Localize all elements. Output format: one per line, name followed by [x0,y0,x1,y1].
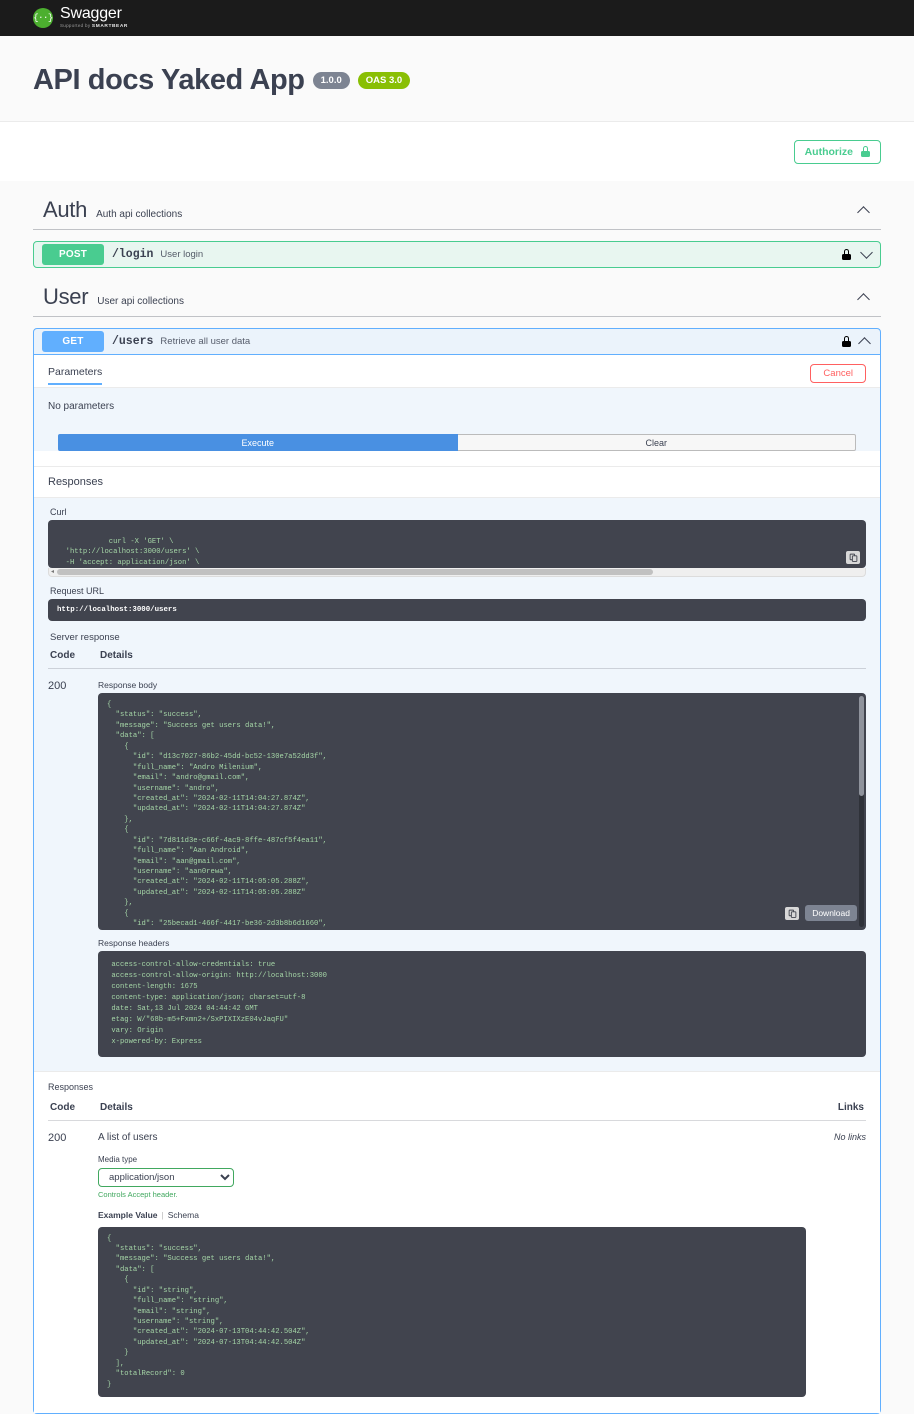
operation-summary-users: Retrieve all user data [160,336,251,347]
method-badge-get: GET [42,331,104,352]
chevron-up-icon-auth[interactable] [858,204,871,217]
lock-icon [861,146,870,157]
documented-responses: Responses Code Details Links 200 A list … [34,1070,880,1414]
responses-heading: Responses [34,466,880,498]
media-type-select[interactable]: application/json [98,1167,234,1187]
section-auth-title: Auth [43,197,88,222]
swagger-logo-icon: {··} [33,7,53,28]
operation-post-login[interactable]: POST /login User login [33,241,881,268]
page-title: API docs Yaked App [33,64,305,96]
swagger-logo[interactable]: {··} Swagger Supported by SMARTBEAR [33,6,128,30]
section-auth-description: Auth api collections [96,209,183,220]
controls-accept-note: Controls Accept header. [98,1189,178,1199]
col-links: Links [837,1101,864,1113]
execute-button[interactable]: Execute [58,434,458,451]
server-response-table-header: Code Details [48,643,866,669]
responses2-label: Responses [48,1081,94,1092]
example-value-block: { "status": "success", "message": "Succe… [98,1226,806,1398]
col-details: Details [100,650,133,661]
response-body-json: { "status": "success", "message": "Succe… [107,701,327,929]
col-code-2: Code [50,1101,75,1113]
tab-example-value[interactable]: Example Value [98,1210,158,1220]
cancel-button[interactable]: Cancel [810,364,866,383]
copy-icon-curl[interactable] [846,551,860,564]
response-description-200: A list of users [98,1131,158,1143]
response-headers-block: access-control-allow-credentials: true a… [98,951,866,1057]
scroll-left-arrow-icon[interactable]: ◂ [51,569,54,575]
curl-command-text: curl -X 'GET' \ 'http://localhost:3000/u… [65,538,200,567]
section-user: User User api collections GET /users Ret… [33,284,881,1414]
request-url-label: Request URL [50,586,105,596]
authorize-label: Authorize [804,145,853,158]
parameters-tabs-row: Parameters Cancel [34,355,880,388]
curl-scroll-thumb[interactable] [57,569,653,575]
response-row-200: 200 A list of users Media type applicati… [48,1121,866,1398]
copy-icon-response-body[interactable] [785,906,800,920]
server-response-area: Curl curl -X 'GET' \ 'http://localhost:3… [34,498,880,1071]
tab-parameters[interactable]: Parameters [48,366,103,385]
download-button[interactable]: Download [805,905,857,921]
tab-schema[interactable]: Schema [168,1210,199,1220]
server-response-code: 200 [48,680,67,692]
lock-icon-login[interactable] [842,249,851,260]
operation-path-login: /login [112,248,154,261]
col-code: Code [50,650,75,661]
method-badge-post: POST [42,244,104,265]
swagger-logo-subtitle: Supported by SMARTBEAR [60,23,128,30]
operation-get-users: GET /users Retrieve all user data Parame… [33,328,881,1414]
no-links-text: No links [833,1131,866,1142]
chevron-up-icon-users[interactable] [859,335,872,348]
clear-button[interactable]: Clear [457,434,856,451]
response-body-block: { "status": "success", "message": "Succe… [98,693,866,930]
section-auth: Auth Auth api collections POST /login Us… [33,197,881,268]
lock-icon-users[interactable] [842,336,851,347]
section-user-header[interactable]: User User api collections [33,284,881,317]
col-description: Details [100,1101,133,1113]
request-url-value: http://localhost:3000/users [48,599,866,621]
chevron-up-icon-user[interactable] [858,291,871,304]
section-auth-header[interactable]: Auth Auth api collections [33,197,881,230]
section-user-title: User [43,284,89,309]
responses-table-header: Code Details Links [48,1095,866,1121]
example-schema-tabs: Example Value | Schema [98,1209,199,1220]
media-type-label: Media type [98,1154,138,1164]
curl-horizontal-scrollbar[interactable]: ◂ [48,568,866,577]
no-parameters-text: No parameters [48,401,115,412]
operation-get-users-header[interactable]: GET /users Retrieve all user data [34,329,880,354]
execute-clear-row: Execute Clear [58,434,856,451]
operation-body: Parameters Cancel No parameters Execute … [34,354,880,1414]
authorize-button[interactable]: Authorize [793,139,881,164]
server-response-row: 200 Response body { "status": "success",… [48,669,866,1057]
response-code-200: 200 [48,1131,67,1144]
api-title-block: API docs Yaked App 1.0.0 OAS 3.0 [0,36,914,121]
parameters-area: No parameters Execute Clear [34,388,880,451]
curl-command-block[interactable]: curl -X 'GET' \ 'http://localhost:3000/u… [48,520,866,568]
authorize-bar: Authorize [0,121,914,181]
oas-badge: OAS 3.0 [357,72,411,89]
server-response-label: Server response [50,632,120,643]
chevron-down-icon-login[interactable] [859,248,872,261]
response-body-label: Response body [98,680,158,690]
swagger-topbar: {··} Swagger Supported by SMARTBEAR [0,0,914,36]
section-user-description: User api collections [97,296,184,307]
response-body-scrollbar-thumb[interactable] [859,696,864,796]
operation-path-users: /users [112,335,154,348]
operation-summary-login: User login [160,249,204,260]
curl-label: Curl [50,507,67,517]
swagger-logo-text: Swagger [60,5,122,23]
response-headers-label: Response headers [98,938,170,948]
version-badge: 1.0.0 [312,72,350,89]
